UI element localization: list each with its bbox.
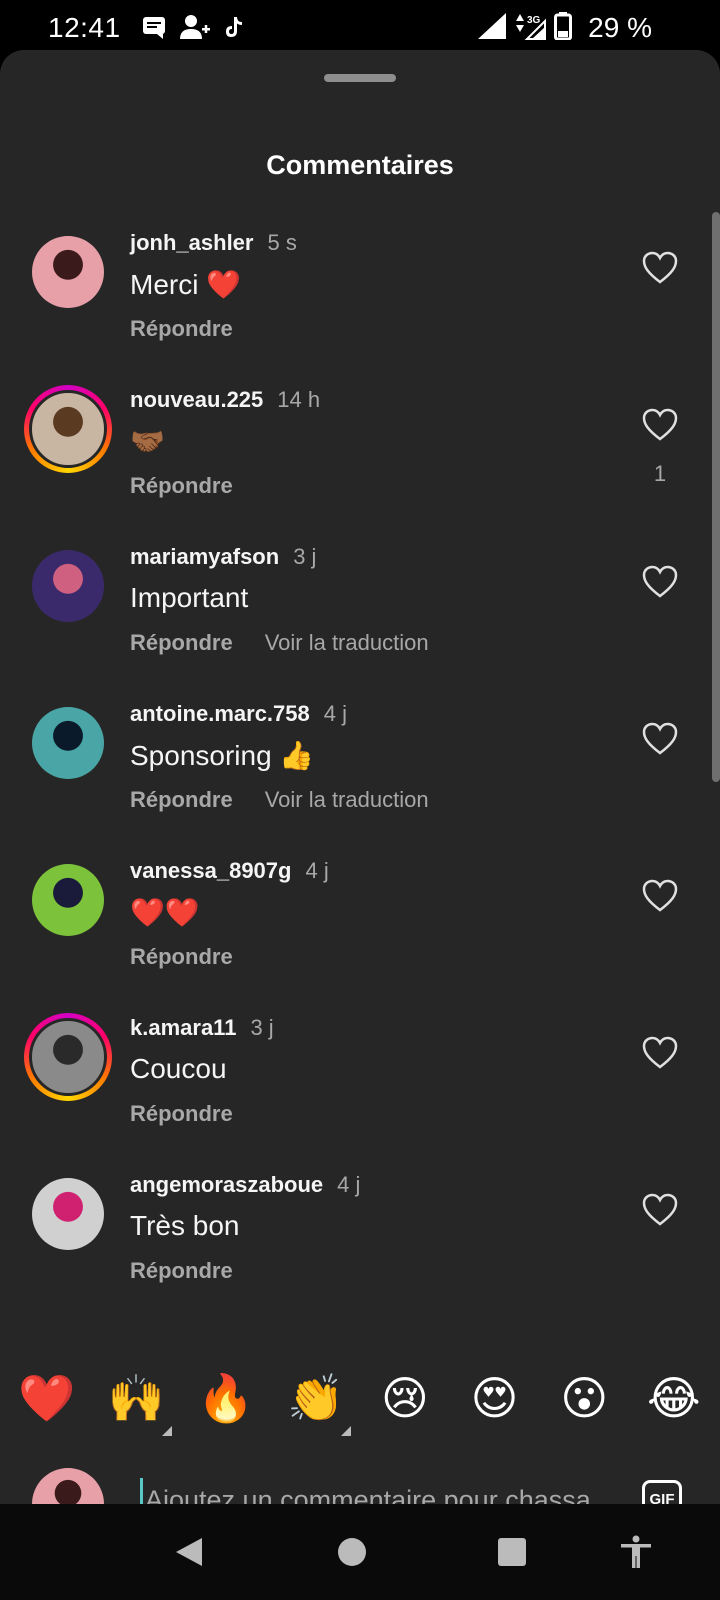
comment-item[interactable]: k.amara11 3 j Coucou Répondre xyxy=(0,1009,720,1169)
comment-item[interactable]: vanessa_8907g 4 j ❤️❤️ Répondre xyxy=(0,852,720,1012)
signal-icon xyxy=(478,13,506,39)
like-count: 1 xyxy=(653,461,667,486)
reply-button[interactable]: Répondre xyxy=(130,944,233,970)
svg-text:3G: 3G xyxy=(527,15,541,26)
reaction-emoji-button[interactable]: 😮 xyxy=(556,1368,612,1438)
comment-text: Sponsoring 👍 xyxy=(130,740,315,771)
comment-text: 🤝🏾 xyxy=(130,426,165,457)
avatar[interactable] xyxy=(32,707,104,779)
drag-handle[interactable] xyxy=(324,74,396,82)
navigation-bar xyxy=(0,1504,720,1600)
heart-icon[interactable] xyxy=(640,562,680,602)
avatar-story-ring[interactable] xyxy=(24,1013,112,1101)
heart-icon[interactable] xyxy=(640,719,680,759)
status-time: 12:41 xyxy=(48,12,121,43)
comment-item[interactable]: mariamyafson 3 j Important Répondre Voir l… xyxy=(0,538,720,698)
avatar[interactable] xyxy=(32,1178,104,1250)
avatar[interactable] xyxy=(32,550,104,622)
avatar xyxy=(29,390,107,468)
message-icon xyxy=(143,17,165,39)
comment-text: Coucou xyxy=(130,1053,227,1084)
comment-text: ❤️❤️ xyxy=(130,897,200,928)
comment-username[interactable]: antoine.marc.758 4 j xyxy=(130,701,347,727)
comment-username[interactable]: nouveau.225 14 h xyxy=(130,387,320,413)
status-icons-left xyxy=(142,14,244,40)
back-icon[interactable] xyxy=(172,1534,208,1570)
comments-sheet: Commentaires jonh_ashler 5 s Merci ❤️ Rép… xyxy=(0,50,720,1504)
reply-button[interactable]: Répondre xyxy=(130,1258,233,1284)
heart-icon[interactable] xyxy=(640,876,680,916)
see-translation-button[interactable]: Voir la traduction xyxy=(265,787,429,813)
tiktok-icon xyxy=(226,17,242,37)
reply-button[interactable]: Répondre xyxy=(130,787,233,813)
comment-time: 3 j xyxy=(250,1015,274,1040)
comment-username[interactable]: k.amara11 3 j xyxy=(130,1015,274,1041)
reaction-emoji-button[interactable]: 👏 xyxy=(287,1368,352,1438)
avatar xyxy=(29,1018,107,1096)
comment-username[interactable]: vanessa_8907g 4 j xyxy=(130,858,329,884)
heart-icon[interactable] xyxy=(640,1033,680,1073)
comment-input[interactable] xyxy=(140,1478,615,1504)
comment-username[interactable]: angemoraszaboue 4 j xyxy=(130,1172,360,1198)
comment-actions: Répondre xyxy=(130,1258,233,1284)
comment-time: 5 s xyxy=(267,230,297,255)
reaction-emoji-button[interactable]: 😂 xyxy=(646,1368,702,1438)
see-translation-button[interactable]: Voir la traduction xyxy=(265,630,429,656)
comment-actions: Répondre Voir la traduction xyxy=(130,630,429,656)
comment-username[interactable]: mariamyafson 3 j xyxy=(130,544,316,570)
avatar[interactable] xyxy=(32,236,104,308)
reaction-emoji-button[interactable]: 🔥 xyxy=(197,1368,254,1438)
recents-icon[interactable] xyxy=(494,1534,530,1570)
battery-percentage: 29 % xyxy=(588,12,652,43)
person-add-icon xyxy=(180,15,210,39)
my-avatar xyxy=(32,1468,104,1504)
reply-button[interactable]: Répondre xyxy=(130,473,233,499)
reaction-emoji-button[interactable]: 🙌 xyxy=(108,1368,172,1438)
comment-time: 4 j xyxy=(337,1172,361,1197)
comment-actions: Répondre xyxy=(130,1101,233,1127)
comment-actions: Répondre xyxy=(130,316,233,342)
reaction-emoji-button[interactable]: 😍 xyxy=(467,1368,523,1438)
avatar[interactable] xyxy=(32,864,104,936)
comment-actions: Répondre xyxy=(130,473,233,499)
comment-actions: Répondre xyxy=(130,944,233,970)
comment-text: Très bon xyxy=(130,1210,240,1241)
status-bar: 12:41 3G 29 % xyxy=(0,0,720,56)
avatar-story-ring[interactable] xyxy=(24,385,112,473)
reply-button[interactable]: Répondre xyxy=(130,630,233,656)
reaction-emoji-button[interactable]: ❤️ xyxy=(18,1368,75,1438)
battery-icon xyxy=(554,12,572,40)
reply-button[interactable]: Répondre xyxy=(130,316,233,342)
comment-username[interactable]: jonh_ashler 5 s xyxy=(130,230,297,256)
comment-time: 3 j xyxy=(293,544,317,569)
sheet-title: Commentaires xyxy=(266,150,454,180)
data-3g-icon: 3G xyxy=(516,14,546,40)
comment-item[interactable]: antoine.marc.758 4 j Sponsoring 👍 Répondr… xyxy=(0,695,720,855)
more-variants-indicator xyxy=(341,1426,352,1436)
more-variants-indicator xyxy=(161,1426,172,1436)
comment-list[interactable]: jonh_ashler 5 s Merci ❤️ Répondre nouveau… xyxy=(0,224,720,1344)
comment-time: 4 j xyxy=(305,858,329,883)
comment-time: 14 h xyxy=(277,387,321,412)
comment-item[interactable]: nouveau.225 14 h 🤝🏾 Répondre 1 xyxy=(0,381,720,541)
heart-icon[interactable] xyxy=(640,1190,680,1230)
reply-button[interactable]: Répondre xyxy=(130,1101,233,1127)
home-icon[interactable] xyxy=(334,1534,370,1570)
comment-actions: Répondre Voir la traduction xyxy=(130,787,429,813)
comment-item[interactable]: angemoraszaboue 4 j Très bon Répondre xyxy=(0,1166,720,1326)
heart-icon[interactable] xyxy=(640,248,680,288)
accessibility-icon[interactable] xyxy=(618,1534,654,1570)
comment-item[interactable]: jonh_ashler 5 s Merci ❤️ Répondre xyxy=(0,224,720,384)
gif-button[interactable]: GIF xyxy=(642,1480,682,1504)
quick-reaction-bar: ❤️ 🙌 🔥 👏 😢 😍 😮 😂 xyxy=(0,1368,720,1438)
comment-text: Merci ❤️ xyxy=(130,269,242,300)
status-icons-right: 3G xyxy=(478,12,572,40)
heart-icon[interactable] xyxy=(640,405,680,445)
reaction-emoji-button[interactable]: 😢 xyxy=(377,1368,433,1438)
comment-composer: GIF xyxy=(0,1442,720,1504)
comment-text: Important xyxy=(130,582,249,613)
comment-time: 4 j xyxy=(323,701,347,726)
